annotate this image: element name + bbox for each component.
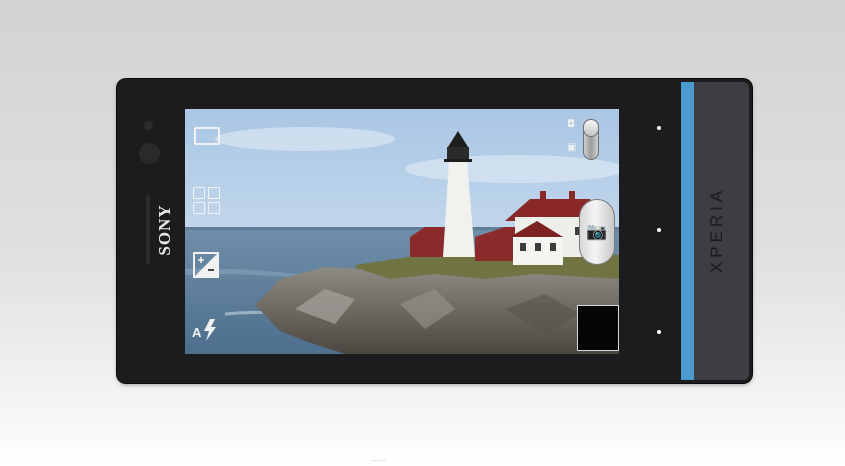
nav-dot-top[interactable] <box>657 126 661 130</box>
last-photo-thumbnail[interactable] <box>577 305 619 351</box>
grid-cell <box>193 202 205 214</box>
shutter-button[interactable]: 📷 <box>579 199 615 265</box>
viewfinder-scene <box>185 127 619 354</box>
nav-dot-middle[interactable] <box>657 228 661 232</box>
proximity-sensor <box>144 121 153 130</box>
window <box>520 243 526 251</box>
grid-cell <box>208 202 220 214</box>
cloud <box>215 127 395 151</box>
aspect-ratio-icon[interactable] <box>194 127 220 145</box>
camera-icon: ◘ <box>567 119 575 130</box>
grid-cell <box>193 187 205 199</box>
flash-auto-label: A <box>192 325 202 340</box>
phone-body: SONY A ◘ ▣ 📷 XPERIA <box>117 79 752 383</box>
exposure-icon[interactable] <box>193 252 219 278</box>
earpiece-speaker <box>146 195 150 265</box>
window <box>550 243 556 251</box>
toggle-knob[interactable] <box>583 119 599 137</box>
front-camera <box>139 143 160 164</box>
nav-dot-bottom[interactable] <box>657 330 661 334</box>
lighthouse-gallery <box>444 159 472 162</box>
camera-viewfinder[interactable]: A ◘ ▣ 📷 <box>185 109 619 354</box>
chimney <box>540 191 546 201</box>
chimney <box>569 191 575 201</box>
lighthouse-cap <box>448 131 468 147</box>
video-icon: ▣ <box>567 142 577 153</box>
brand-logo: SONY <box>155 204 174 256</box>
flash-glyph: A <box>192 319 216 341</box>
grid-cell <box>208 187 220 199</box>
model-logo: XPERIA <box>707 186 726 274</box>
grid-icon[interactable] <box>193 187 220 214</box>
window <box>535 243 541 251</box>
lighthouse-lantern <box>447 147 469 161</box>
auto-flash-icon[interactable]: A <box>192 318 220 342</box>
photo-video-toggle[interactable]: ◘ ▣ <box>567 119 601 163</box>
camera-icon: 📷 <box>586 222 608 242</box>
accent-strip <box>681 82 694 380</box>
exposure-glyph <box>195 254 217 276</box>
divider <box>372 460 386 465</box>
